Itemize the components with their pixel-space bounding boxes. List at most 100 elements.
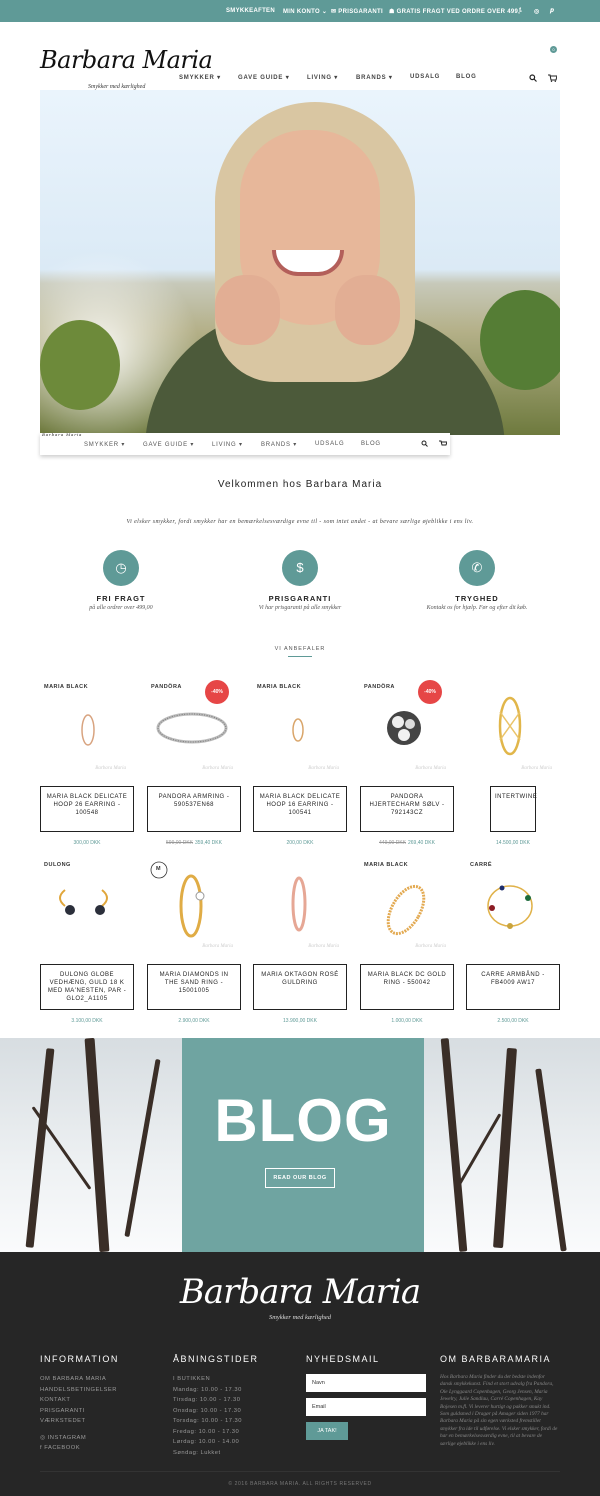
footer-about-text: Hos Barbara Maria finder du det bedste i… xyxy=(440,1374,558,1447)
footer-divider xyxy=(40,1471,560,1472)
product-image[interactable] xyxy=(360,858,458,958)
footer-logo[interactable]: Barbara Maria xyxy=(0,1272,600,1312)
topbar-fragt-text: ☗ GRATIS FRAGT VED ORDRE OVER 499,- xyxy=(389,9,523,15)
product-image[interactable] xyxy=(147,680,245,780)
footer-info-column: INFORMATION OM BARBARA MARIA HANDELSBETI… xyxy=(40,1354,170,1454)
footer-link-kontakt[interactable]: KONTAKT xyxy=(40,1395,170,1406)
section-label-text: VI ANBEFALER xyxy=(274,646,326,652)
product-name[interactable]: INTERTWINE xyxy=(490,786,537,832)
product-image[interactable] xyxy=(40,858,138,958)
nav-brands[interactable]: BRANDS ▾ xyxy=(356,74,393,81)
sticky-nav-gave-guide[interactable]: GAVE GUIDE ▾ xyxy=(143,441,194,448)
product-price: 200,00 DKK xyxy=(286,840,314,846)
hours-line: Lørdag: 10.00 - 14.00 xyxy=(173,1439,240,1445)
instagram-icon: ◎ xyxy=(40,1434,48,1441)
sticky-search-icon[interactable] xyxy=(421,440,428,447)
nav-blog[interactable]: BLOG xyxy=(456,74,477,80)
product-image[interactable] xyxy=(147,858,245,958)
product-name[interactable]: MARIA BLACK DELICATE HOOP 26 EARRING - 1… xyxy=(40,786,134,832)
blog-title: BLOG xyxy=(214,1087,392,1154)
product-price: 2.900,00 DKK xyxy=(178,1018,210,1024)
product-name[interactable]: MARIA OKTAGON ROSÉ GULDRING xyxy=(253,964,347,1010)
product-name[interactable]: DULONG GLOBE VEDHÆNG, GULD 18 K MED MA'N… xyxy=(40,964,134,1010)
facebook-icon[interactable]: f xyxy=(519,8,521,14)
welcome-intro: Vi elsker smykker, fordi smykker har en … xyxy=(126,519,474,525)
footer-link-prisgaranti[interactable]: PRISGARANTI xyxy=(40,1406,170,1417)
product-brand: PANDÖRA xyxy=(364,684,395,690)
sticky-nav-udsalg[interactable]: UDSALG xyxy=(315,441,344,447)
product-image[interactable] xyxy=(360,680,458,780)
newsletter-submit-button[interactable]: JA TAK! xyxy=(306,1422,348,1440)
footer-link-om[interactable]: OM BARBARA MARIA xyxy=(40,1374,170,1385)
hours-line: Onsdag: 10.00 - 17.30 xyxy=(173,1407,242,1414)
site-logo[interactable]: Barbara Maria xyxy=(40,48,213,72)
product-name[interactable]: MARIA BLACK DC GOLD RING - 550042 xyxy=(360,964,454,1010)
sticky-nav-living[interactable]: LIVING ▾ xyxy=(212,441,243,448)
footer-instagram-link[interactable]: ◎ INSTAGRAM xyxy=(40,1433,170,1444)
feature-prisgaranti: $ PRISGARANTI Vi har prisgaranti på alle… xyxy=(220,550,380,611)
product-name[interactable]: CARRE ARMBÅND - FB4009 AW17 xyxy=(466,964,560,1010)
product-image[interactable] xyxy=(40,680,138,780)
cart-count-badge: 0 xyxy=(550,46,557,53)
product-watermark: Barbara Maria xyxy=(202,766,233,771)
newsletter-email-field[interactable]: Email xyxy=(306,1398,426,1416)
sticky-nav-brands[interactable]: BRANDS ▾ xyxy=(261,441,297,448)
product-image[interactable] xyxy=(253,858,351,958)
nav-living[interactable]: LIVING ▾ xyxy=(307,74,338,81)
copyright: © 2016 BARBARA MARIA. ALL RIGHTS RESERVE… xyxy=(228,1481,372,1487)
product-watermark: Barbara Maria xyxy=(95,766,126,771)
nav-smykker[interactable]: SMYKKER ▾ xyxy=(179,74,221,81)
footer-link-vaerkstedet[interactable]: VÆRKSTEDET xyxy=(40,1416,170,1427)
sticky-nav-smykker[interactable]: SMYKKER ▾ xyxy=(84,441,125,448)
product-name[interactable]: MARIA BLACK DELICATE HOOP 16 EARRING - 1… xyxy=(253,786,347,832)
feature-tryghed: ✆ TRYGHED Kontakt os for hjælp. Før og e… xyxy=(397,550,557,611)
newsletter-name-field[interactable]: Navn xyxy=(306,1374,426,1392)
topbar-account-link[interactable]: MIN KONTO ⌄ xyxy=(283,8,327,15)
instagram-icon[interactable]: ◎ xyxy=(534,8,540,15)
cart-icon[interactable] xyxy=(548,74,557,82)
product-watermark: Barbara Maria xyxy=(308,944,339,949)
top-bar: SMYKKEAFTEN MIN KONTO ⌄ ✉ PRISGARANTI ☗ … xyxy=(0,0,600,22)
product-brand: CARRÉ xyxy=(470,862,493,868)
feature-title: FRI FRAGT xyxy=(96,594,146,603)
product-price: 599,00 DKK 359,40 DKK xyxy=(166,840,222,846)
product-brand: MARIA BLACK xyxy=(364,862,409,868)
product-brand: PANDÖRA xyxy=(151,684,182,690)
tree-right xyxy=(480,290,560,390)
product-price: 13.900,00 DKK xyxy=(283,1018,317,1024)
product-watermark: Barbara Maria xyxy=(415,944,446,949)
product-image[interactable] xyxy=(466,858,564,958)
topbar-prisgaranti-link[interactable]: ✉ PRISGARANTI xyxy=(331,8,383,15)
topbar-smykkeaften-link[interactable]: SMYKKEAFTEN xyxy=(226,8,275,14)
nav-udsalg[interactable]: UDSALG xyxy=(410,74,440,80)
sticky-nav-blog[interactable]: BLOG xyxy=(361,441,381,447)
product-name[interactable]: PANDORA ARMRING - 590537EN68 xyxy=(147,786,241,832)
hero-hand-right xyxy=(335,275,400,345)
product-image[interactable] xyxy=(466,680,564,780)
footer-newsletter-title: NYHEDSMAIL xyxy=(306,1354,380,1364)
product-watermark: Barbara Maria xyxy=(202,944,233,949)
footer-newsletter-column: NYHEDSMAIL Navn Email JA TAK! xyxy=(306,1354,436,1440)
sale-badge: -40% xyxy=(418,680,442,704)
product-price: 1.000,00 DKK xyxy=(391,1018,423,1024)
feature-title: PRISGARANTI xyxy=(268,594,332,603)
pinterest-icon[interactable]: 𝒑 xyxy=(550,8,554,15)
product-watermark: Barbara Maria xyxy=(521,766,552,771)
feature-fri-fragt: ◷ FRI FRAGT på alle ordrer over 499,00 xyxy=(41,550,201,611)
product-name[interactable]: PANDORA HJERTECHARM SØLV - 792143CZ xyxy=(360,786,454,832)
search-icon[interactable] xyxy=(529,74,537,82)
hours-line: Torsdag: 10.00 - 17.30 xyxy=(173,1418,243,1424)
read-our-blog-button[interactable]: READ OUR BLOG xyxy=(265,1168,335,1188)
sale-badge: -40% xyxy=(205,680,229,704)
sticky-logo[interactable]: Barbara Maria xyxy=(42,432,82,437)
footer-facebook-link[interactable]: f FACEBOOK xyxy=(40,1443,170,1454)
footer-link-handelsbetingelser[interactable]: HANDELSBETINGELSER xyxy=(40,1385,170,1396)
sticky-cart-icon[interactable] xyxy=(439,440,447,447)
product-price: 3.100,00 DKK xyxy=(71,1018,103,1024)
nav-gave-guide[interactable]: GAVE GUIDE ▾ xyxy=(238,74,290,81)
product-image[interactable] xyxy=(253,680,351,780)
product-watermark: Barbara Maria xyxy=(308,766,339,771)
product-name[interactable]: MARIA DIAMONDS IN THE SAND RING - 150010… xyxy=(147,964,241,1010)
site-header: Barbara Maria Smykker med kærlighed SMYK… xyxy=(0,22,600,90)
product-brand: MARIA BLACK xyxy=(44,684,89,690)
